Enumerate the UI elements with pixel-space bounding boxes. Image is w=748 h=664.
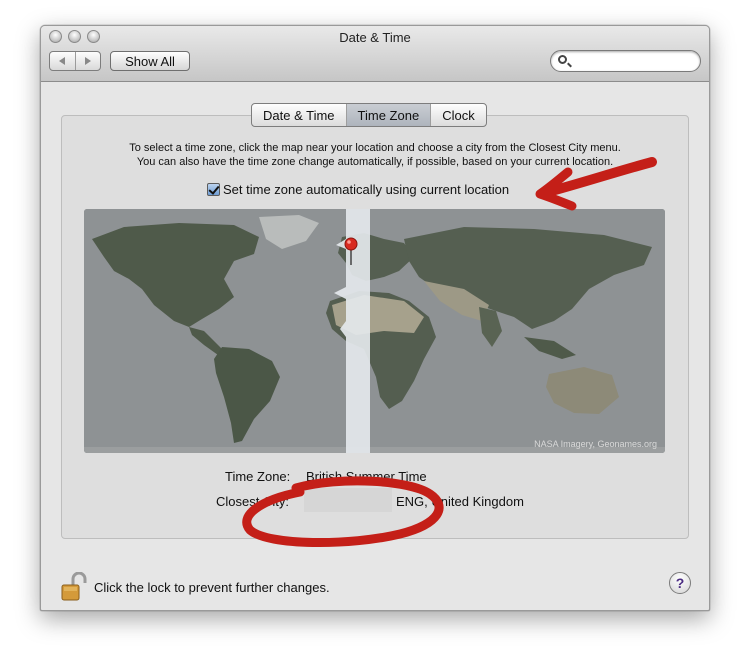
tab-time-zone[interactable]: Time Zone bbox=[345, 104, 431, 126]
back-forward-group bbox=[49, 51, 101, 71]
auto-timezone-checkbox[interactable] bbox=[207, 183, 220, 196]
timezone-instructions: To select a time zone, click the map nea… bbox=[71, 141, 679, 169]
auto-timezone-row[interactable]: Set time zone automatically using curren… bbox=[207, 182, 509, 197]
world-map-graphic bbox=[84, 209, 665, 453]
time-zone-label: Time Zone: bbox=[225, 469, 291, 484]
auto-timezone-label: Set time zone automatically using curren… bbox=[223, 182, 510, 197]
tab-date-time[interactable]: Date & Time bbox=[252, 104, 346, 126]
closest-city-value[interactable]: ENG, United Kingdom bbox=[396, 494, 524, 509]
world-map[interactable]: NASA Imagery, Geonames.org bbox=[84, 209, 665, 453]
tab-clock[interactable]: Clock bbox=[430, 104, 486, 126]
lock-open-icon[interactable] bbox=[61, 572, 87, 602]
forward-button[interactable] bbox=[74, 52, 101, 70]
title-bar: Date & Time Show All bbox=[41, 26, 709, 82]
instructions-line-1: To select a time zone, click the map nea… bbox=[129, 142, 621, 154]
preferences-window: Date & Time Show All Date & Time Time Zo… bbox=[40, 25, 710, 611]
help-button[interactable]: ? bbox=[669, 572, 691, 594]
lock-row[interactable]: Click the lock to prevent further change… bbox=[61, 572, 330, 602]
map-credit: NASA Imagery, Geonames.org bbox=[534, 439, 657, 449]
help-icon: ? bbox=[675, 575, 685, 591]
time-zone-value: British Summer Time bbox=[306, 469, 427, 484]
back-arrow-icon bbox=[59, 57, 66, 65]
instructions-line-2: You can also have the time zone change a… bbox=[136, 156, 614, 168]
lock-text: Click the lock to prevent further change… bbox=[94, 579, 330, 595]
forward-arrow-icon bbox=[84, 57, 91, 65]
show-all-button[interactable]: Show All bbox=[110, 51, 190, 71]
closest-city-label: Closest City: bbox=[216, 494, 289, 509]
closest-city-redacted[interactable] bbox=[304, 488, 392, 512]
back-button[interactable] bbox=[50, 52, 75, 70]
search-input[interactable] bbox=[571, 53, 695, 71]
search-icon bbox=[558, 55, 567, 64]
tab-bar: Date & Time Time Zone Clock bbox=[251, 103, 487, 127]
window-title: Date & Time bbox=[339, 30, 411, 45]
search-field[interactable] bbox=[550, 50, 701, 72]
